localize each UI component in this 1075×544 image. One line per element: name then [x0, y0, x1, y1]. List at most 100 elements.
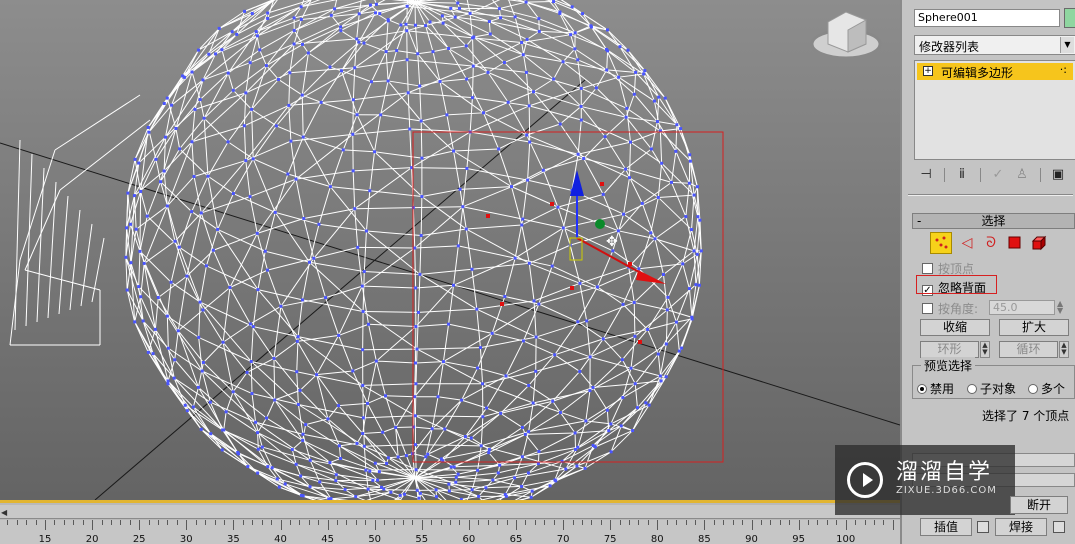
ruler-minor-tick: [289, 520, 291, 525]
mesh-edge: [166, 315, 203, 372]
mesh-edge: [443, 361, 478, 369]
pin-stack-icon[interactable]: ⊣: [916, 165, 936, 185]
mesh-edge: [407, 92, 411, 130]
mesh-vertex: [656, 195, 660, 199]
border-icon[interactable]: ᘐ: [980, 232, 1002, 254]
by-angle-checkbox[interactable]: 按角度:: [922, 300, 978, 316]
mesh-vertex: [360, 284, 364, 288]
chevron-down-icon[interactable]: ▼: [1060, 37, 1074, 53]
ruler-minor-tick: [506, 520, 508, 525]
mesh-vertex: [521, 53, 525, 57]
mesh-vertex: [190, 140, 194, 144]
object-name-field[interactable]: Sphere001: [914, 9, 1060, 27]
ruler-minor-tick: [704, 520, 706, 530]
mesh-vertex: [354, 495, 358, 499]
object-color-swatch[interactable]: [1064, 8, 1075, 28]
perspective-viewport[interactable]: ✥: [0, 0, 900, 500]
grow-button[interactable]: 扩大: [999, 319, 1069, 336]
edge-icon[interactable]: ◁: [956, 232, 978, 254]
mesh-edge: [388, 80, 420, 87]
mesh-vertex: [553, 478, 557, 482]
mesh-vertex: [424, 455, 428, 459]
mesh-vertex: [659, 379, 663, 383]
mesh-vertex: [558, 122, 562, 126]
mesh-vertex: [231, 390, 235, 394]
mesh-edge: [453, 245, 459, 286]
mesh-edge: [528, 354, 556, 386]
mesh-vertex: [134, 227, 138, 231]
radio-dot[interactable]: [967, 384, 977, 394]
loop-button[interactable]: 循环: [999, 341, 1058, 358]
vertex-icon[interactable]: [930, 232, 952, 254]
settings-box-icon[interactable]: [977, 521, 989, 533]
checkbox-box[interactable]: [922, 263, 933, 274]
mesh-edge: [58, 195, 69, 315]
ruler-minor-tick: [252, 520, 254, 525]
mesh-edge: [353, 167, 412, 172]
mesh-vertex: [475, 307, 479, 311]
show-end-result-icon[interactable]: ⅱ: [952, 165, 972, 185]
mesh-vertex: [299, 474, 303, 478]
mesh-edge: [606, 69, 636, 73]
remove-modifier-icon[interactable]: ♙: [1012, 165, 1032, 185]
element-icon[interactable]: [1028, 232, 1050, 254]
spinner-arrows-icon[interactable]: ▲ ▼: [1057, 300, 1063, 315]
mesh-vertex: [625, 106, 629, 110]
insert-button[interactable]: 插值: [920, 518, 972, 536]
mesh-edge: [143, 263, 159, 298]
make-unique-icon[interactable]: ✓: [988, 165, 1008, 185]
modifier-stack[interactable]: + 可编辑多边形 ·:: [914, 60, 1075, 160]
mesh-edge: [290, 141, 297, 180]
slider-arrow-icon[interactable]: ◀: [1, 508, 7, 517]
expand-plus-icon[interactable]: +: [923, 66, 933, 76]
mesh-vertex: [695, 252, 699, 256]
track-ruler[interactable]: 15 20 25 30 35 40 45 50 55 60 65 70 75 80 85 90 95 100: [0, 520, 900, 544]
mesh-edge: [522, 218, 564, 229]
mesh-edge: [177, 276, 188, 331]
mesh-vertex: [287, 103, 291, 107]
preview-subobject-radio[interactable]: 子对象: [967, 380, 1016, 397]
collapse-minus-icon[interactable]: -: [917, 214, 921, 228]
preview-off-radio[interactable]: 禁用: [917, 380, 954, 397]
mesh-edge: [671, 182, 687, 217]
configure-sets-icon[interactable]: ▣: [1048, 165, 1068, 185]
by-vertex-checkbox[interactable]: 按顶点: [922, 260, 974, 276]
settings-box-icon[interactable]: [1053, 521, 1065, 533]
time-slider[interactable]: ◀: [0, 505, 900, 519]
mesh-vertex: [266, 465, 270, 469]
break-button[interactable]: 断开: [1010, 496, 1068, 514]
mesh-edge: [473, 65, 527, 73]
ruler-minor-tick: [195, 520, 197, 525]
mesh-edge: [472, 37, 474, 67]
mesh-vertex: [465, 167, 469, 171]
checkbox-box[interactable]: [922, 303, 933, 314]
mesh-vertex: [198, 300, 202, 304]
ring-button[interactable]: 环形: [920, 341, 979, 358]
mesh-edge: [417, 274, 421, 313]
ring-spinner-icon[interactable]: ▲ ▼: [980, 341, 990, 358]
radio-dot-on[interactable]: [917, 384, 927, 394]
mesh-edge: [538, 303, 579, 323]
preview-multi-radio[interactable]: 多个: [1028, 380, 1065, 397]
mesh-vertex: [172, 376, 176, 380]
mesh-edge: [175, 128, 181, 149]
selection-rollout-header[interactable]: - 选择: [912, 213, 1075, 229]
radio-dot[interactable]: [1028, 384, 1038, 394]
mesh-vertex: [464, 227, 468, 231]
polygon-icon[interactable]: [1004, 232, 1026, 254]
mesh-vertex: [624, 115, 628, 119]
mesh-vertex: [173, 239, 177, 243]
angle-spinner[interactable]: 45.0: [989, 300, 1055, 315]
stack-item-editable-poly[interactable]: + 可编辑多边形 ·:: [917, 63, 1073, 80]
mesh-vertex: [300, 93, 304, 97]
mesh-vertex: [649, 231, 653, 235]
mesh-vertex: [326, 417, 330, 421]
modifier-list-dropdown[interactable]: 修改器列表 ▼: [914, 35, 1075, 55]
mesh-vertex: [485, 406, 489, 410]
mesh-edge: [14, 139, 21, 331]
weld-button[interactable]: 焊接: [995, 518, 1047, 536]
mesh-vertex: [398, 493, 402, 497]
loop-spinner-icon[interactable]: ▲ ▼: [1059, 341, 1069, 358]
shrink-button[interactable]: 收缩: [920, 319, 990, 336]
mesh-vertex: [621, 396, 625, 400]
